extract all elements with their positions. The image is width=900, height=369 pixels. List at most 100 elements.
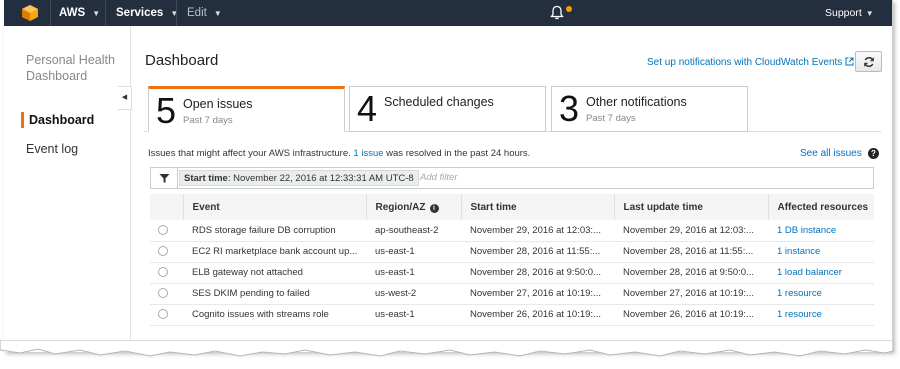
- info-icon[interactable]: i: [429, 203, 439, 213]
- event-name: RDS storage failure DB corruption: [192, 224, 336, 236]
- last-update-time: November 28, 2016 at 9:50:0...: [623, 267, 754, 278]
- column-header-label: Region/AZ: [375, 201, 426, 213]
- row-select[interactable]: [150, 283, 183, 304]
- nav-divider: [176, 0, 177, 26]
- table-row[interactable]: Cognito issues with streams role us-east…: [150, 304, 874, 325]
- start-time: November 28, 2016 at 11:55:...: [470, 246, 601, 257]
- caret-down-icon: ▼: [865, 9, 874, 18]
- column-header-label: Last update time: [623, 201, 703, 213]
- row-select[interactable]: [150, 262, 183, 283]
- radio-icon[interactable]: [158, 309, 168, 320]
- filter-divider: [177, 168, 178, 188]
- radio-icon[interactable]: [158, 225, 168, 236]
- table-row[interactable]: ELB gateway not attached us-east-1 Novem…: [150, 262, 874, 283]
- services-menu[interactable]: Services ▼: [116, 0, 178, 26]
- see-all-issues-link[interactable]: See all issues: [800, 148, 862, 159]
- tab-other-notifications[interactable]: 3 Other notifications Past 7 days: [551, 86, 748, 132]
- page-title: Dashboard: [145, 52, 219, 69]
- filter-token-value: : November 22, 2016 at 12:33:31 AM UTC-8: [227, 173, 414, 184]
- tab-sublabel: Past 7 days: [183, 115, 233, 126]
- affected-resources-link[interactable]: 1 resource: [777, 309, 822, 320]
- help-icon[interactable]: ?: [868, 148, 879, 159]
- radio-icon[interactable]: [158, 267, 168, 278]
- screenshot-frame: AWS ▼ Services ▼ Edit ▼ Support ▼ Personal H…: [4, 0, 893, 352]
- tab-label: Other notifications: [586, 95, 687, 109]
- start-time: November 28, 2016 at 9:50:0...: [470, 267, 601, 278]
- sidebar: Personal Health Dashboard Dashboard Even…: [4, 26, 132, 352]
- support-label: Support: [825, 7, 862, 19]
- bell-icon[interactable]: [550, 5, 564, 20]
- affected-resources-cell: 1 DB instance: [768, 220, 874, 241]
- sidebar-item-dashboard[interactable]: Dashboard: [21, 112, 94, 128]
- select-column-header: [150, 194, 184, 220]
- last-update-time: November 28, 2016 at 11:55:...: [623, 246, 754, 257]
- row-select[interactable]: [150, 241, 183, 262]
- main-content: Dashboard Set up notifications with Clou…: [144, 26, 884, 352]
- table-row[interactable]: SES DKIM pending to failed us-west-2 Nov…: [150, 283, 874, 304]
- caret-down-icon: ▼: [92, 9, 101, 18]
- aws-logo-icon[interactable]: [21, 4, 39, 22]
- summary-prefix: Issues that might affect your AWS infras…: [148, 148, 351, 159]
- last-update-time: November 29, 2016 at 12:03:...: [623, 224, 754, 236]
- filter-icon: [159, 174, 170, 183]
- region-az: us-west-2: [375, 288, 417, 299]
- refresh-button[interactable]: [855, 51, 882, 72]
- caret-down-icon: ▼: [213, 9, 222, 18]
- region-az: us-east-1: [375, 267, 415, 278]
- events-table: Event Region/AZ i Start time Last update …: [150, 194, 874, 326]
- event-name: Cognito issues with streams role: [192, 309, 329, 320]
- edit-label: Edit: [187, 7, 207, 19]
- external-link-icon: [845, 57, 854, 66]
- column-header-affected-resources[interactable]: Affected resources: [768, 194, 874, 220]
- account-menu[interactable]: AWS ▼: [59, 0, 100, 26]
- add-filter-input[interactable]: Add filter: [420, 172, 458, 183]
- nav-divider: [50, 0, 51, 26]
- radio-icon[interactable]: [158, 246, 168, 257]
- region-az: ap-southeast-2: [375, 224, 439, 236]
- last-update-time: November 27, 2016 at 10:19:...: [623, 288, 754, 299]
- table-row[interactable]: EC2 RI marketplace bank account up... us…: [150, 241, 874, 262]
- refresh-icon: [864, 56, 874, 68]
- cloudwatch-notifications-link[interactable]: Set up notifications with CloudWatch Eve…: [647, 57, 854, 68]
- collapse-sidebar-button[interactable]: ◀: [118, 86, 132, 110]
- nav-divider: [105, 0, 106, 26]
- tab-open-issues[interactable]: 5 Open issues Past 7 days: [148, 86, 345, 132]
- filter-bar[interactable]: Start time: November 22, 2016 at 12:33:3…: [150, 167, 874, 189]
- issues-summary: Issues that might affect your AWS infras…: [148, 148, 530, 159]
- affected-resources-link[interactable]: 1 load balancer: [777, 267, 842, 278]
- column-header-last-update[interactable]: Last update time: [614, 194, 769, 220]
- torn-edge-decoration: [0, 340, 894, 357]
- column-header-label: Affected resources: [777, 201, 869, 213]
- caret-down-icon: ▼: [170, 9, 179, 18]
- summary-suffix: was resolved in the past 24 hours.: [386, 148, 531, 159]
- column-header-region[interactable]: Region/AZ i: [366, 194, 462, 220]
- table-header-row: Event Region/AZ i Start time Last update …: [150, 194, 874, 220]
- sidebar-title: Personal Health Dashboard: [26, 53, 115, 83]
- tab-count: 4: [357, 88, 378, 129]
- filter-token-start-time[interactable]: Start time: November 22, 2016 at 12:33:3…: [179, 170, 419, 186]
- cloudwatch-link-label: Set up notifications with CloudWatch Eve…: [647, 57, 843, 68]
- sidebar-item-event-log[interactable]: Event log: [26, 142, 78, 156]
- start-time: November 29, 2016 at 12:03:...: [470, 224, 601, 236]
- start-time: November 27, 2016 at 10:19:...: [470, 288, 601, 299]
- affected-resources-link[interactable]: 1 resource: [777, 288, 822, 299]
- support-menu[interactable]: Support ▼: [825, 0, 874, 26]
- affected-resources-link[interactable]: 1 DB instance: [777, 225, 836, 236]
- tab-scheduled-changes[interactable]: 4 Scheduled changes: [349, 86, 546, 132]
- affected-resources-cell: 1 load balancer: [768, 262, 874, 283]
- row-select[interactable]: [150, 220, 183, 241]
- table-row[interactable]: RDS storage failure DB corruption ap-sou…: [150, 220, 874, 241]
- affected-resources-cell: 1 instance: [768, 241, 874, 262]
- column-header-start-time[interactable]: Start time: [461, 194, 615, 220]
- tab-count: 5: [156, 90, 177, 131]
- collapse-arrow-icon: ◀: [121, 94, 128, 101]
- event-name: EC2 RI marketplace bank account up...: [192, 246, 358, 257]
- resolved-issues-link[interactable]: 1 issue: [353, 148, 383, 159]
- row-select[interactable]: [150, 304, 183, 325]
- edit-menu[interactable]: Edit ▼: [187, 0, 222, 26]
- radio-icon[interactable]: [158, 288, 168, 299]
- affected-resources-cell: 1 resource: [768, 283, 874, 304]
- affected-resources-link[interactable]: 1 instance: [777, 246, 820, 257]
- column-header-event[interactable]: Event: [183, 194, 367, 220]
- services-label: Services: [116, 7, 164, 19]
